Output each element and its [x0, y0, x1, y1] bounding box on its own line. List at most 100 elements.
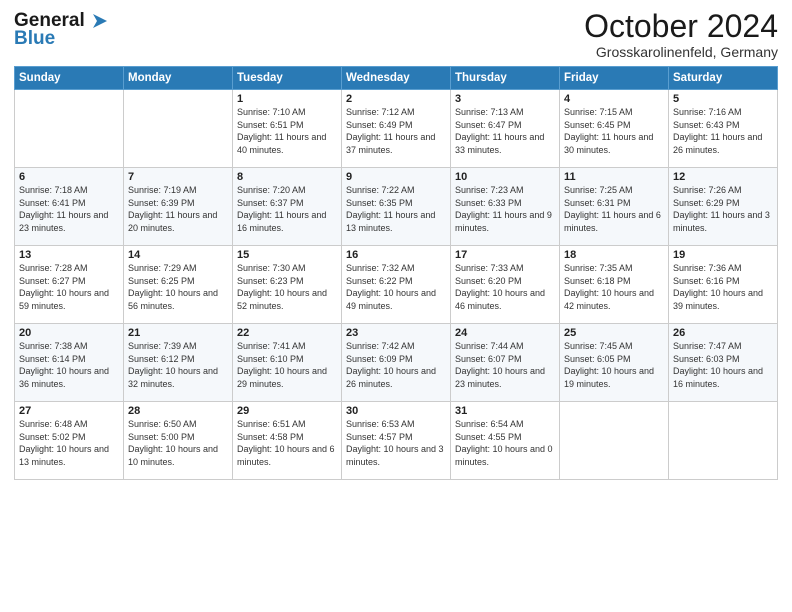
week-row-5: 27Sunrise: 6:48 AM Sunset: 5:02 PM Dayli… [15, 402, 778, 480]
day-info: Sunrise: 7:13 AM Sunset: 6:47 PM Dayligh… [455, 106, 555, 156]
day-cell: 10Sunrise: 7:23 AM Sunset: 6:33 PM Dayli… [451, 168, 560, 246]
day-info: Sunrise: 7:33 AM Sunset: 6:20 PM Dayligh… [455, 262, 555, 312]
day-cell: 2Sunrise: 7:12 AM Sunset: 6:49 PM Daylig… [342, 90, 451, 168]
day-cell [669, 402, 778, 480]
day-number: 30 [346, 405, 446, 417]
day-number: 29 [237, 405, 337, 417]
day-info: Sunrise: 7:15 AM Sunset: 6:45 PM Dayligh… [564, 106, 664, 156]
day-cell: 23Sunrise: 7:42 AM Sunset: 6:09 PM Dayli… [342, 324, 451, 402]
col-friday: Friday [560, 67, 669, 90]
day-info: Sunrise: 7:47 AM Sunset: 6:03 PM Dayligh… [673, 340, 773, 390]
day-cell: 12Sunrise: 7:26 AM Sunset: 6:29 PM Dayli… [669, 168, 778, 246]
day-info: Sunrise: 7:10 AM Sunset: 6:51 PM Dayligh… [237, 106, 337, 156]
day-info: Sunrise: 7:36 AM Sunset: 6:16 PM Dayligh… [673, 262, 773, 312]
day-cell: 7Sunrise: 7:19 AM Sunset: 6:39 PM Daylig… [124, 168, 233, 246]
day-info: Sunrise: 7:19 AM Sunset: 6:39 PM Dayligh… [128, 184, 228, 234]
day-number: 1 [237, 93, 337, 105]
day-info: Sunrise: 6:51 AM Sunset: 4:58 PM Dayligh… [237, 418, 337, 468]
day-info: Sunrise: 7:16 AM Sunset: 6:43 PM Dayligh… [673, 106, 773, 156]
day-number: 5 [673, 93, 773, 105]
day-info: Sunrise: 7:22 AM Sunset: 6:35 PM Dayligh… [346, 184, 446, 234]
day-number: 12 [673, 171, 773, 183]
day-cell: 19Sunrise: 7:36 AM Sunset: 6:16 PM Dayli… [669, 246, 778, 324]
day-number: 9 [346, 171, 446, 183]
day-number: 8 [237, 171, 337, 183]
day-info: Sunrise: 7:28 AM Sunset: 6:27 PM Dayligh… [19, 262, 119, 312]
day-info: Sunrise: 7:26 AM Sunset: 6:29 PM Dayligh… [673, 184, 773, 234]
day-info: Sunrise: 6:54 AM Sunset: 4:55 PM Dayligh… [455, 418, 555, 468]
day-info: Sunrise: 7:30 AM Sunset: 6:23 PM Dayligh… [237, 262, 337, 312]
col-monday: Monday [124, 67, 233, 90]
day-cell: 25Sunrise: 7:45 AM Sunset: 6:05 PM Dayli… [560, 324, 669, 402]
day-info: Sunrise: 7:39 AM Sunset: 6:12 PM Dayligh… [128, 340, 228, 390]
day-number: 13 [19, 249, 119, 261]
day-number: 7 [128, 171, 228, 183]
month-title: October 2024 [584, 10, 778, 42]
day-cell: 1Sunrise: 7:10 AM Sunset: 6:51 PM Daylig… [233, 90, 342, 168]
col-saturday: Saturday [669, 67, 778, 90]
col-thursday: Thursday [451, 67, 560, 90]
day-cell: 6Sunrise: 7:18 AM Sunset: 6:41 PM Daylig… [15, 168, 124, 246]
col-tuesday: Tuesday [233, 67, 342, 90]
day-info: Sunrise: 7:20 AM Sunset: 6:37 PM Dayligh… [237, 184, 337, 234]
day-cell: 16Sunrise: 7:32 AM Sunset: 6:22 PM Dayli… [342, 246, 451, 324]
day-number: 4 [564, 93, 664, 105]
day-cell: 8Sunrise: 7:20 AM Sunset: 6:37 PM Daylig… [233, 168, 342, 246]
day-number: 3 [455, 93, 555, 105]
day-cell: 3Sunrise: 7:13 AM Sunset: 6:47 PM Daylig… [451, 90, 560, 168]
day-cell: 28Sunrise: 6:50 AM Sunset: 5:00 PM Dayli… [124, 402, 233, 480]
day-info: Sunrise: 7:12 AM Sunset: 6:49 PM Dayligh… [346, 106, 446, 156]
header-row: Sunday Monday Tuesday Wednesday Thursday… [15, 67, 778, 90]
day-cell: 29Sunrise: 6:51 AM Sunset: 4:58 PM Dayli… [233, 402, 342, 480]
week-row-1: 1Sunrise: 7:10 AM Sunset: 6:51 PM Daylig… [15, 90, 778, 168]
day-number: 21 [128, 327, 228, 339]
day-info: Sunrise: 6:50 AM Sunset: 5:00 PM Dayligh… [128, 418, 228, 468]
day-number: 22 [237, 327, 337, 339]
day-number: 19 [673, 249, 773, 261]
col-wednesday: Wednesday [342, 67, 451, 90]
day-info: Sunrise: 7:18 AM Sunset: 6:41 PM Dayligh… [19, 184, 119, 234]
day-number: 6 [19, 171, 119, 183]
day-info: Sunrise: 7:35 AM Sunset: 6:18 PM Dayligh… [564, 262, 664, 312]
day-info: Sunrise: 7:41 AM Sunset: 6:10 PM Dayligh… [237, 340, 337, 390]
day-number: 24 [455, 327, 555, 339]
day-info: Sunrise: 6:48 AM Sunset: 5:02 PM Dayligh… [19, 418, 119, 468]
col-sunday: Sunday [15, 67, 124, 90]
day-cell: 14Sunrise: 7:29 AM Sunset: 6:25 PM Dayli… [124, 246, 233, 324]
day-cell: 22Sunrise: 7:41 AM Sunset: 6:10 PM Dayli… [233, 324, 342, 402]
day-info: Sunrise: 7:44 AM Sunset: 6:07 PM Dayligh… [455, 340, 555, 390]
day-info: Sunrise: 7:29 AM Sunset: 6:25 PM Dayligh… [128, 262, 228, 312]
day-cell [560, 402, 669, 480]
day-cell: 21Sunrise: 7:39 AM Sunset: 6:12 PM Dayli… [124, 324, 233, 402]
day-cell: 13Sunrise: 7:28 AM Sunset: 6:27 PM Dayli… [15, 246, 124, 324]
header: General Blue October 2024 Grosskarolinen… [14, 10, 778, 60]
week-row-4: 20Sunrise: 7:38 AM Sunset: 6:14 PM Dayli… [15, 324, 778, 402]
day-cell: 11Sunrise: 7:25 AM Sunset: 6:31 PM Dayli… [560, 168, 669, 246]
day-cell: 15Sunrise: 7:30 AM Sunset: 6:23 PM Dayli… [233, 246, 342, 324]
day-cell [124, 90, 233, 168]
day-info: Sunrise: 7:23 AM Sunset: 6:33 PM Dayligh… [455, 184, 555, 234]
logo: General Blue [14, 10, 109, 50]
day-number: 10 [455, 171, 555, 183]
day-info: Sunrise: 7:25 AM Sunset: 6:31 PM Dayligh… [564, 184, 664, 234]
day-number: 20 [19, 327, 119, 339]
day-info: Sunrise: 7:42 AM Sunset: 6:09 PM Dayligh… [346, 340, 446, 390]
day-cell: 27Sunrise: 6:48 AM Sunset: 5:02 PM Dayli… [15, 402, 124, 480]
day-number: 2 [346, 93, 446, 105]
day-number: 11 [564, 171, 664, 183]
day-info: Sunrise: 7:38 AM Sunset: 6:14 PM Dayligh… [19, 340, 119, 390]
title-block: October 2024 Grosskarolinenfeld, Germany [584, 10, 778, 60]
page: General Blue October 2024 Grosskarolinen… [0, 0, 792, 612]
day-info: Sunrise: 6:53 AM Sunset: 4:57 PM Dayligh… [346, 418, 446, 468]
day-cell: 31Sunrise: 6:54 AM Sunset: 4:55 PM Dayli… [451, 402, 560, 480]
day-cell: 5Sunrise: 7:16 AM Sunset: 6:43 PM Daylig… [669, 90, 778, 168]
week-row-3: 13Sunrise: 7:28 AM Sunset: 6:27 PM Dayli… [15, 246, 778, 324]
day-cell: 18Sunrise: 7:35 AM Sunset: 6:18 PM Dayli… [560, 246, 669, 324]
day-number: 14 [128, 249, 228, 261]
day-cell: 17Sunrise: 7:33 AM Sunset: 6:20 PM Dayli… [451, 246, 560, 324]
day-cell: 30Sunrise: 6:53 AM Sunset: 4:57 PM Dayli… [342, 402, 451, 480]
day-number: 25 [564, 327, 664, 339]
week-row-2: 6Sunrise: 7:18 AM Sunset: 6:41 PM Daylig… [15, 168, 778, 246]
calendar-table: Sunday Monday Tuesday Wednesday Thursday… [14, 66, 778, 480]
day-cell: 26Sunrise: 7:47 AM Sunset: 6:03 PM Dayli… [669, 324, 778, 402]
